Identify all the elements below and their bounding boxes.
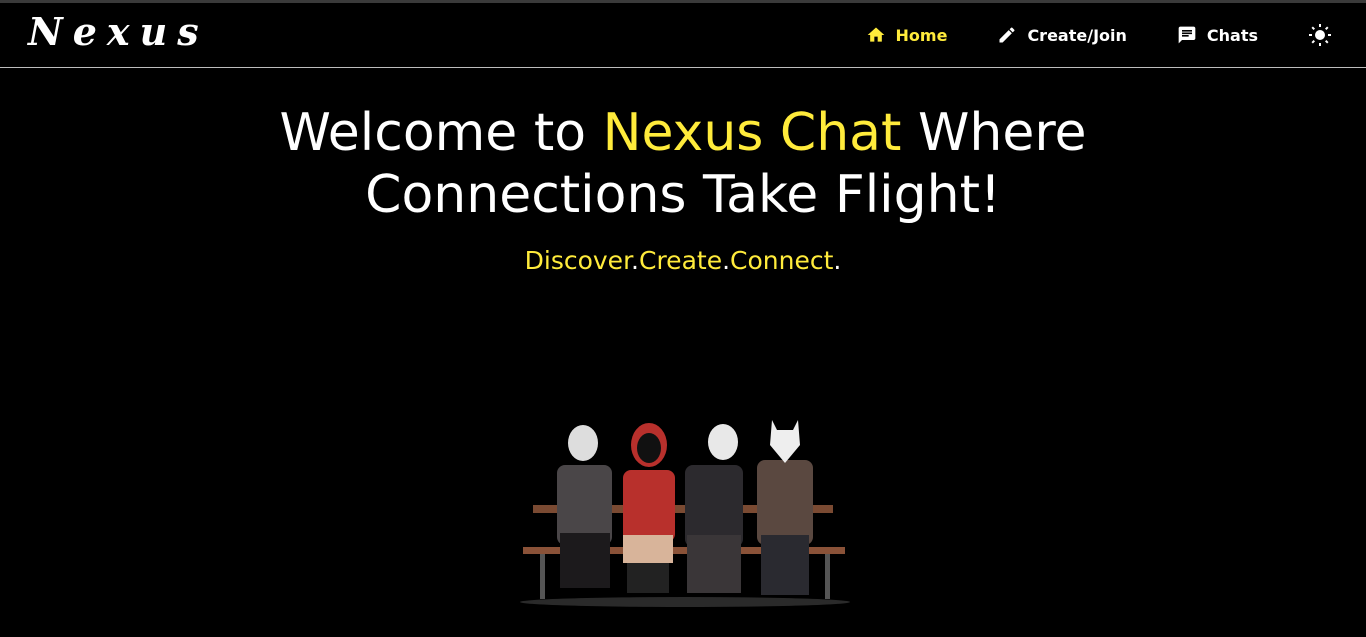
tag-create: Create [639,246,723,275]
pencil-icon [999,27,1015,43]
nav-chats[interactable]: Chats [1177,25,1258,45]
title-pre: Welcome to [279,103,603,163]
chat-icon [1178,26,1196,44]
nav-chats-label: Chats [1206,25,1258,45]
nav-create-join-label: Create/Join [1027,25,1127,45]
tag-dot: . [833,246,842,275]
title-highlight: Nexus Chat [602,103,902,163]
logo[interactable]: Nexus [28,9,209,54]
tag-dot: . [631,246,639,275]
nav-links: Home Create/Join Chats [866,3,1366,67]
nav-create-join[interactable]: Create/Join [997,25,1127,45]
nav-home[interactable]: Home [866,25,948,45]
tagline: Discover.Create.Connect. [0,246,1366,275]
sun-icon[interactable] [1308,23,1332,47]
tag-connect: Connect [730,246,834,275]
tag-dot: . [722,246,731,275]
title-line2: Connections Take Flight! [365,165,1001,225]
navbar: Nexus Home Create/Join Chats [0,3,1366,68]
home-icon [867,27,884,42]
tag-discover: Discover [524,246,632,275]
title-post: Where [901,103,1087,163]
masked-figures-on-bench-illustration [520,420,850,607]
nav-home-label: Home [895,25,948,45]
hero-title: Welcome to Nexus Chat Where Connections T… [0,102,1366,226]
